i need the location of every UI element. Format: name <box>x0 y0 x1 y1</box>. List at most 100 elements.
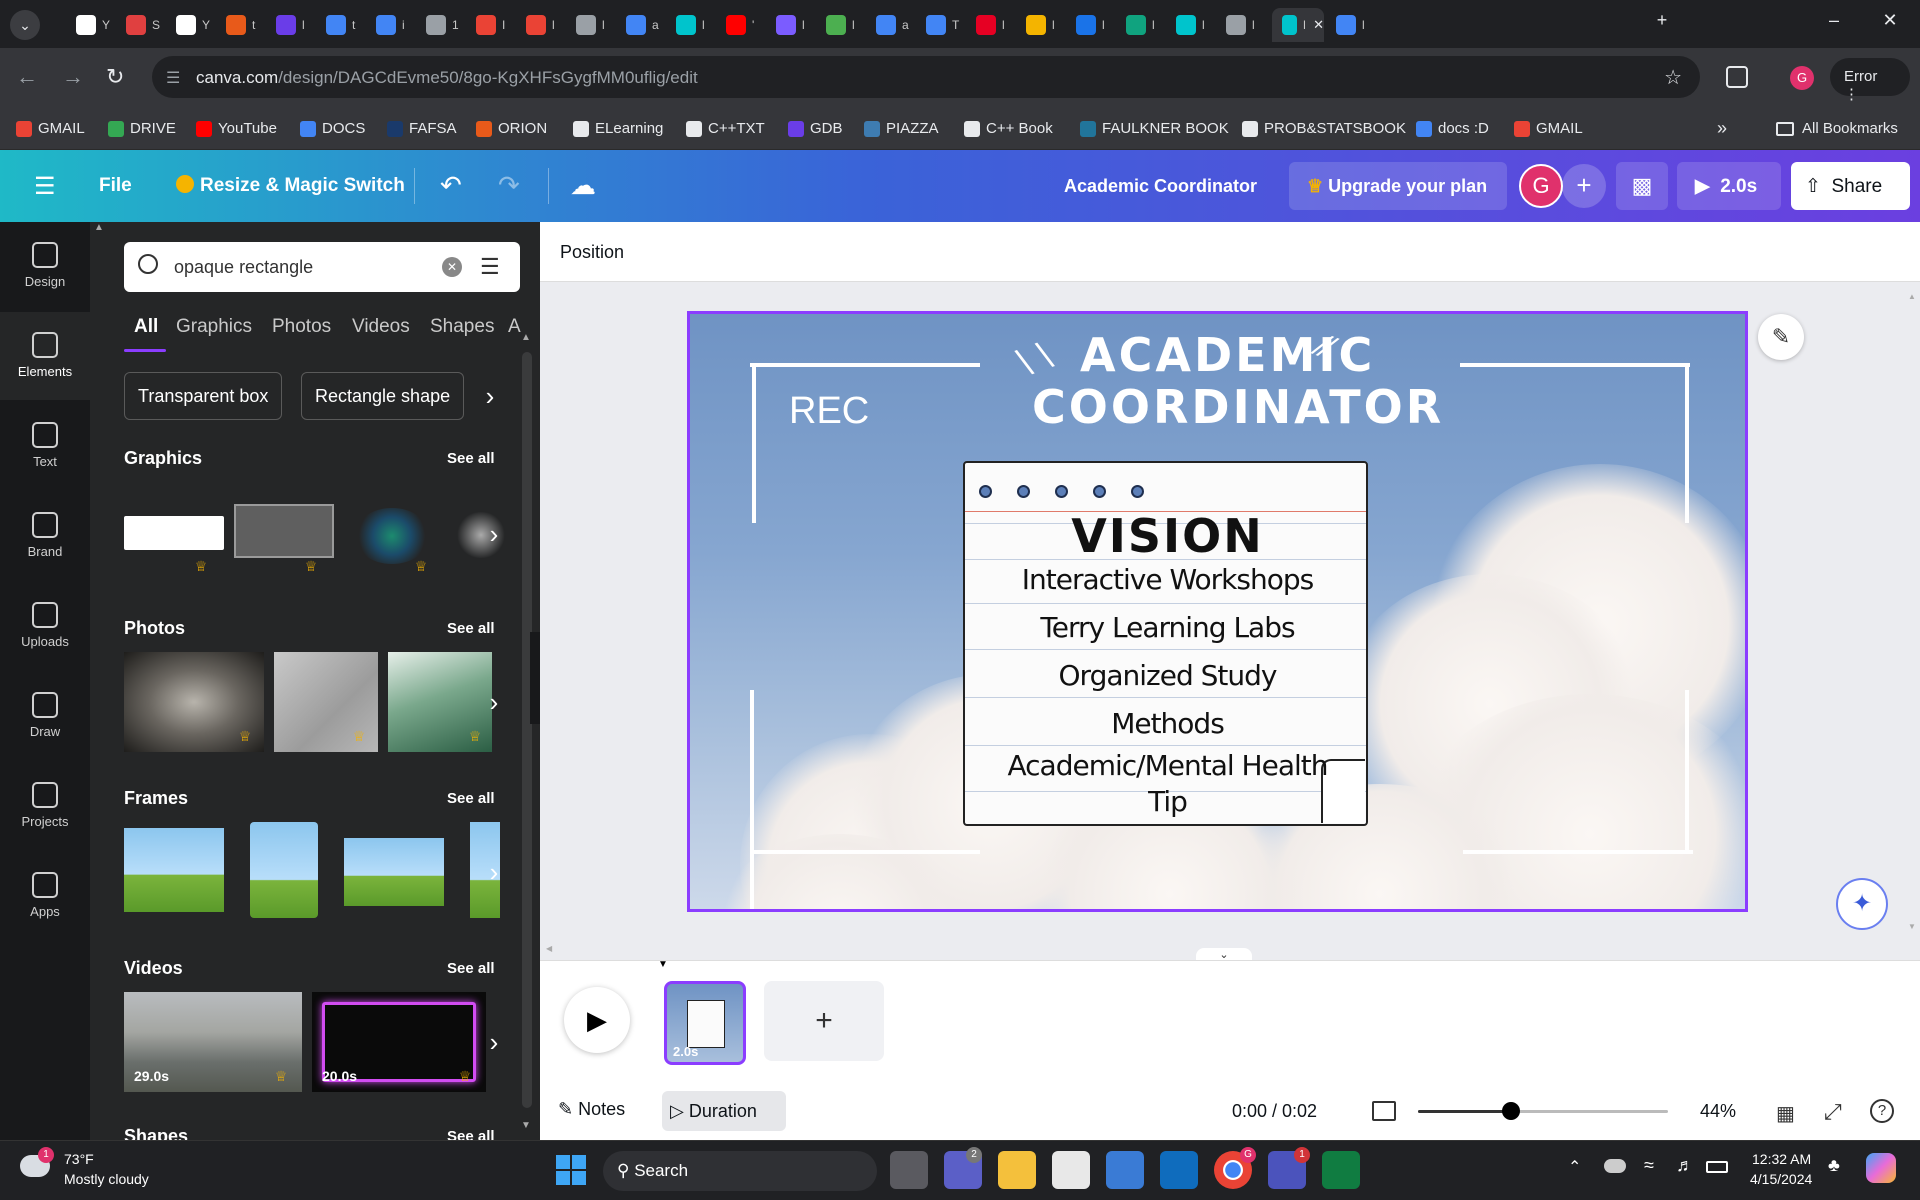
editor-scroll-down-icon[interactable]: ▼ <box>1908 922 1916 931</box>
play-timeline-button[interactable]: ▶ <box>564 987 630 1053</box>
store-icon[interactable] <box>1106 1151 1144 1189</box>
task-view-icon[interactable] <box>890 1151 928 1189</box>
browser-tab[interactable]: l <box>1326 8 1376 42</box>
profile-error-button[interactable]: Error ⋮ <box>1830 58 1910 103</box>
outlook-icon[interactable] <box>1160 1151 1198 1189</box>
panel-tab[interactable]: A <box>508 316 521 338</box>
bookmark-item[interactable]: FAFSA <box>387 120 457 137</box>
duration-button[interactable]: ▷ Duration <box>662 1091 786 1131</box>
browser-tab[interactable]: 1 <box>416 8 466 42</box>
collaborator-avatar[interactable]: G <box>1519 164 1563 208</box>
see-all-graphics[interactable]: See all <box>447 450 495 467</box>
weather-widget[interactable]: 1 73°F Mostly cloudy <box>20 1147 170 1195</box>
bookmark-item[interactable]: C++TXT <box>686 120 765 137</box>
profile-avatar[interactable]: G <box>1790 66 1814 90</box>
frame-portrait-landscape[interactable] <box>250 822 318 918</box>
browser-tab[interactable]: t <box>216 8 266 42</box>
fullscreen-icon[interactable]: ⤢ <box>1824 1099 1842 1125</box>
rail-item-text[interactable]: Text <box>0 402 90 490</box>
browser-tab[interactable]: l <box>966 8 1016 42</box>
position-button[interactable]: Position <box>560 242 624 263</box>
panel-scroll-up-icon[interactable]: ▲ <box>521 332 531 343</box>
zoom-slider-handle[interactable] <box>1501 1102 1520 1120</box>
bookmark-item[interactable]: DOCS <box>300 120 365 137</box>
share-button[interactable]: ⇧ Share <box>1791 162 1910 210</box>
browser-tab[interactable]: l <box>266 8 316 42</box>
see-all-shapes[interactable]: See all <box>447 1128 495 1140</box>
reload-icon[interactable]: ↻ <box>106 64 124 90</box>
notepad-icon[interactable] <box>1052 1151 1090 1189</box>
browser-tab[interactable]: l <box>1016 8 1066 42</box>
notification-bell-icon[interactable]: ♣ <box>1828 1155 1840 1176</box>
rail-item-uploads[interactable]: Uploads <box>0 582 90 670</box>
bookmark-item[interactable]: ORION <box>476 120 547 137</box>
vision-line-1[interactable]: Interactive Workshops <box>965 563 1370 596</box>
browser-tab[interactable]: Y <box>66 8 116 42</box>
graphic-blurred-gradient[interactable] <box>354 508 430 564</box>
search-input[interactable]: opaque rectangle <box>174 257 313 278</box>
add-collaborator-button[interactable]: + <box>1562 164 1606 208</box>
add-page-button[interactable]: + <box>764 981 884 1061</box>
browser-tab[interactable]: Y <box>166 8 216 42</box>
volume-icon[interactable]: ♬ <box>1676 1155 1694 1176</box>
add-comment-button[interactable]: ✎ <box>1758 314 1804 360</box>
playhead-marker[interactable]: ▼ <box>658 959 668 970</box>
tab-search-button[interactable]: ⌄ <box>10 10 40 40</box>
graphic-grey-rectangle[interactable] <box>234 504 334 558</box>
taskbar-search-box[interactable]: ⚲ Search <box>603 1151 877 1191</box>
zoom-level[interactable]: 44% <box>1700 1101 1736 1122</box>
bookmark-item[interactable]: PIAZZA <box>864 120 939 137</box>
photos-scroll-right-icon[interactable]: › <box>480 680 508 724</box>
frames-scroll-right-icon[interactable]: › <box>480 850 508 894</box>
design-canvas[interactable]: REC ∖∖ ∕∕ ACADEMIC COORDINATOR VISION In… <box>687 311 1748 912</box>
design-title[interactable]: Academic Coordinator <box>1064 176 1257 197</box>
site-info-icon[interactable]: ☰ <box>166 68 180 88</box>
upgrade-plan-button[interactable]: ♕ Upgrade your plan <box>1289 162 1507 210</box>
frame-wide-landscape[interactable] <box>344 838 444 906</box>
title-line-2[interactable]: COORDINATOR <box>1032 380 1444 434</box>
editor-scroll-up-icon[interactable]: ▲ <box>1908 292 1916 301</box>
rail-item-elements[interactable]: Elements <box>0 312 90 400</box>
frame-torn-landscape[interactable] <box>124 828 224 912</box>
panel-scroll-top-icon[interactable]: ▲ <box>94 222 104 233</box>
chip-rectangle-shape[interactable]: Rectangle shape <box>301 372 465 420</box>
rail-item-apps[interactable]: Apps <box>0 852 90 940</box>
all-bookmarks-folder[interactable]: All Bookmarks <box>1776 120 1898 137</box>
video-city-aerial[interactable]: 29.0s ♕ <box>124 992 302 1092</box>
panel-tab[interactable]: Photos <box>272 316 331 338</box>
panel-scrollbar[interactable] <box>522 352 532 1108</box>
more-bookmarks-icon[interactable]: » <box>1717 118 1727 139</box>
rail-item-projects[interactable]: Projects <box>0 762 90 850</box>
battery-icon[interactable] <box>1706 1161 1728 1173</box>
browser-tab[interactable]: l <box>1066 8 1116 42</box>
address-bar[interactable]: ☰ canva.com/design/DAGCdEvme50/8go-KgXHF… <box>152 56 1700 98</box>
file-explorer-icon[interactable] <box>998 1151 1036 1189</box>
bookmark-item[interactable]: PROB&STATSBOOK <box>1242 120 1406 137</box>
minimize-icon[interactable]: – <box>1814 10 1854 31</box>
bookmark-item[interactable]: docs :D <box>1416 120 1489 137</box>
excel-icon[interactable] <box>1322 1151 1360 1189</box>
graphics-scroll-right-icon[interactable]: › <box>480 512 508 556</box>
magic-assistant-button[interactable]: ✦ <box>1836 878 1888 930</box>
resize-magic-switch-button[interactable]: Resize & Magic Switch <box>176 175 405 197</box>
start-button[interactable] <box>556 1155 586 1185</box>
file-menu-button[interactable]: File <box>99 175 132 197</box>
rail-item-draw[interactable]: Draw <box>0 672 90 760</box>
bookmark-item[interactable]: C++ Book <box>964 120 1053 137</box>
bookmark-item[interactable]: GMAIL <box>16 120 85 137</box>
panel-scroll-down-icon[interactable]: ▼ <box>521 1120 531 1131</box>
see-all-frames[interactable]: See all <box>447 790 495 807</box>
see-all-videos[interactable]: See all <box>447 960 495 977</box>
video-neon-frame[interactable]: 20.0s ♕ <box>312 992 486 1092</box>
vision-heading[interactable]: VISION <box>965 509 1370 563</box>
wifi-icon[interactable]: ≈ <box>1644 1155 1654 1176</box>
browser-tab[interactable]: l <box>516 8 566 42</box>
notes-button[interactable]: ✎ Notes <box>558 1099 625 1120</box>
browser-tab[interactable]: l <box>1216 8 1266 42</box>
bookmark-item[interactable]: YouTube <box>196 120 277 137</box>
clock-date[interactable]: 4/15/2024 <box>1750 1171 1812 1187</box>
vision-line-6[interactable]: Tip <box>965 785 1370 818</box>
chip-transparent-box[interactable]: Transparent box <box>124 372 283 420</box>
browser-tab[interactable]: l <box>816 8 866 42</box>
clock-time[interactable]: 12:32 AM <box>1752 1151 1811 1167</box>
